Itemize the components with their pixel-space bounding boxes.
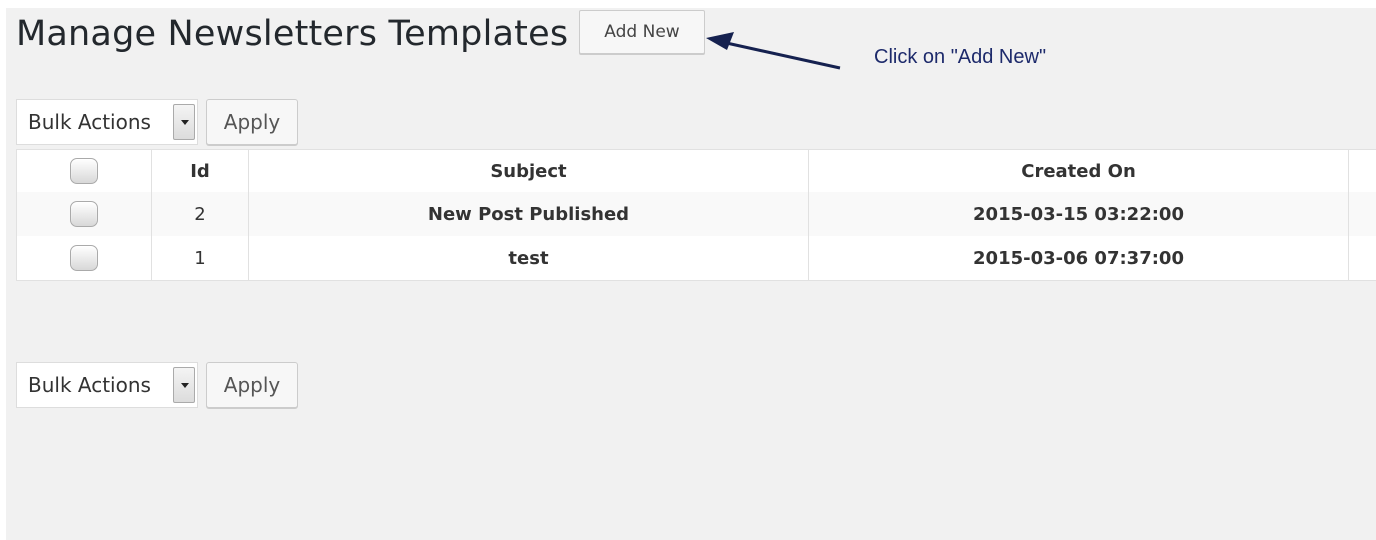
select-all-checkbox-icon[interactable] [70,158,98,184]
column-header-extra [1348,149,1376,192]
checkbox-icon[interactable] [70,245,98,271]
apply-button[interactable]: Apply [206,362,298,408]
bulk-actions-select[interactable]: Bulk Actions [16,362,198,408]
annotation-text: Click on "Add New" [874,46,1047,68]
column-header-id[interactable]: Id [151,149,249,192]
checkbox-icon[interactable] [70,201,98,227]
cell-subject[interactable]: test [248,236,809,281]
cell-extra [1348,192,1376,236]
add-new-button[interactable]: Add New [579,10,705,54]
caret-down-icon[interactable] [173,367,195,403]
column-header-created-on[interactable]: Created On [808,149,1349,192]
table-row: 1 test 2015-03-06 07:37:00 [16,236,1376,281]
page-title: Manage Newsletters Templates [16,14,569,54]
row-checkbox-cell [16,236,152,281]
caret-down-icon[interactable] [173,104,195,140]
table-row: 2 New Post Published 2015-03-15 03:22:00 [16,192,1376,236]
select-all-cell [16,149,152,192]
table-header-row: Id Subject Created On [16,149,1376,192]
cell-created-on: 2015-03-06 07:37:00 [808,236,1349,281]
cell-subject[interactable]: New Post Published [248,192,809,236]
cell-id: 1 [151,236,249,281]
cell-created-on: 2015-03-15 03:22:00 [808,192,1349,236]
row-checkbox-cell [16,192,152,236]
bulk-actions-select[interactable]: Bulk Actions [16,99,198,145]
bulk-actions-value: Bulk Actions [28,373,151,397]
cell-id: 2 [151,192,249,236]
apply-button[interactable]: Apply [206,99,298,145]
annotation-arrow-icon [706,32,841,70]
column-header-subject[interactable]: Subject [248,149,809,192]
bulk-actions-value: Bulk Actions [28,110,151,134]
templates-table: Id Subject Created On 2 New Post Publish… [16,149,1376,281]
cell-extra [1348,236,1376,281]
